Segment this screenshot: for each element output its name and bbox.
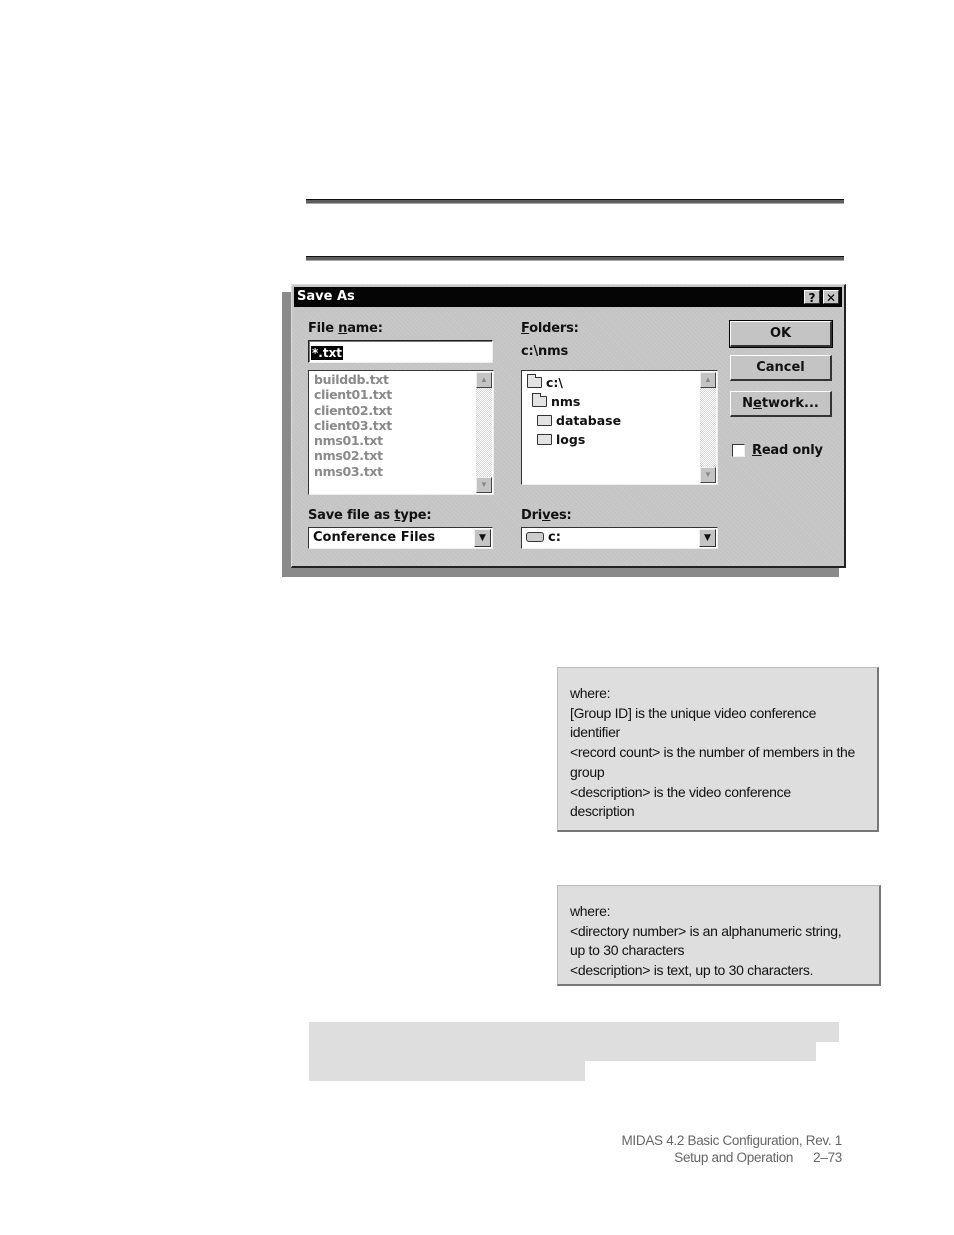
placeholder-block	[309, 1022, 839, 1042]
folder-tree-scrollbar[interactable]: ▲ ▼	[700, 372, 716, 483]
cancel-button[interactable]: Cancel	[730, 355, 832, 381]
read-only-label: Read only	[752, 443, 823, 458]
help-button[interactable]: ?	[804, 290, 820, 305]
note-line: <description> is text, up to 30 characte…	[570, 962, 814, 979]
save-type-select[interactable]: Conference Files ▼	[308, 527, 493, 549]
close-button[interactable]: ✕	[823, 290, 839, 305]
note-line: up to 30 characters	[570, 942, 685, 959]
folder-name: nms	[551, 394, 581, 409]
note-line: <description> is the video conference	[570, 783, 791, 800]
file-list-item[interactable]: nms01.txt	[309, 433, 493, 448]
dialog-title: Save As	[297, 289, 355, 304]
footer-doc-title: MIDAS 4.2 Basic Configuration, Rev. 1	[621, 1133, 842, 1148]
folder-name: database	[556, 413, 622, 428]
drives-select[interactable]: c: ▼	[521, 527, 718, 549]
folder-tree-item[interactable]: database	[537, 413, 621, 428]
file-name-input[interactable]: *.txt	[308, 340, 493, 363]
network-button[interactable]: Network...	[730, 391, 832, 417]
note-line: group	[570, 763, 605, 780]
folder-tree-item[interactable]: c:\	[527, 374, 563, 390]
drives-label: Drives:	[521, 508, 572, 523]
footer-section: Setup and Operation	[674, 1150, 794, 1165]
help-icon: ?	[808, 291, 816, 305]
scroll-up-icon[interactable]: ▲	[700, 372, 716, 388]
file-list[interactable]: builddb.txt client01.txt client02.txt clien…	[308, 370, 494, 495]
file-name-value: *.txt	[311, 346, 344, 360]
folder-tree-item[interactable]: logs	[537, 432, 585, 447]
note-line: where:	[570, 903, 611, 919]
folder-tree[interactable]: c:\ nms database logs ▲ ▼	[521, 370, 718, 485]
group-format-note: where: [Group ID] is the unique video con…	[557, 667, 879, 832]
note-line: where:	[570, 685, 611, 701]
file-list-item[interactable]: client02.txt	[309, 403, 493, 418]
page-number: 2–73	[813, 1150, 842, 1165]
note-line: [Group ID] is the unique video conferenc…	[570, 704, 817, 721]
file-list-item[interactable]: client01.txt	[309, 387, 493, 402]
section-rule-top	[306, 199, 844, 204]
chevron-down-icon[interactable]: ▼	[699, 529, 716, 547]
scroll-up-icon[interactable]: ▲	[476, 372, 492, 388]
note-line: identifier	[570, 724, 620, 741]
folder-icon	[537, 415, 552, 426]
file-list-item[interactable]: builddb.txt	[309, 372, 493, 387]
scroll-down-icon[interactable]: ▼	[476, 477, 492, 493]
dialog-titlebar[interactable]: Save As ? ✕	[294, 287, 842, 307]
folder-name: logs	[556, 432, 586, 447]
open-folder-icon	[532, 393, 547, 407]
folder-name: c:\	[546, 375, 563, 390]
directory-format-note: where: <directory number> is an alphanume…	[557, 885, 881, 986]
drives-value: c:	[548, 530, 561, 545]
note-line: description	[570, 803, 635, 820]
close-icon: ✕	[825, 291, 837, 305]
file-list-item[interactable]: client03.txt	[309, 418, 493, 433]
folders-label: Folders:	[521, 321, 579, 336]
current-folder-path: c:\nms	[521, 344, 568, 359]
file-name-label: File name:	[308, 321, 383, 336]
folder-icon	[537, 434, 552, 445]
read-only-checkbox[interactable]	[732, 444, 745, 457]
section-rule-bottom	[306, 256, 844, 261]
page-footer: MIDAS 4.2 Basic Configuration, Rev. 1 Se…	[621, 1132, 842, 1166]
placeholder-block	[309, 1042, 816, 1061]
note-line: <record count> is the number of members …	[570, 744, 856, 761]
ok-button[interactable]: OK	[729, 320, 833, 348]
file-list-item[interactable]: nms03.txt	[309, 464, 493, 479]
note-line: <directory number> is an alphanumeric st…	[570, 922, 842, 939]
scroll-down-icon[interactable]: ▼	[700, 467, 716, 483]
save-as-dialog: Save As ? ✕ File name: *.txt builddb.txt…	[291, 284, 846, 568]
chevron-down-icon[interactable]: ▼	[474, 529, 491, 547]
placeholder-block	[309, 1061, 585, 1081]
folder-tree-item[interactable]: nms	[532, 393, 581, 409]
save-type-value: Conference Files	[313, 530, 436, 545]
file-list-item[interactable]: nms02.txt	[309, 448, 493, 463]
save-type-label: Save file as type:	[308, 508, 432, 523]
open-folder-icon	[527, 374, 542, 388]
file-list-scrollbar[interactable]: ▲ ▼	[476, 372, 492, 493]
hard-drive-icon	[526, 531, 544, 542]
